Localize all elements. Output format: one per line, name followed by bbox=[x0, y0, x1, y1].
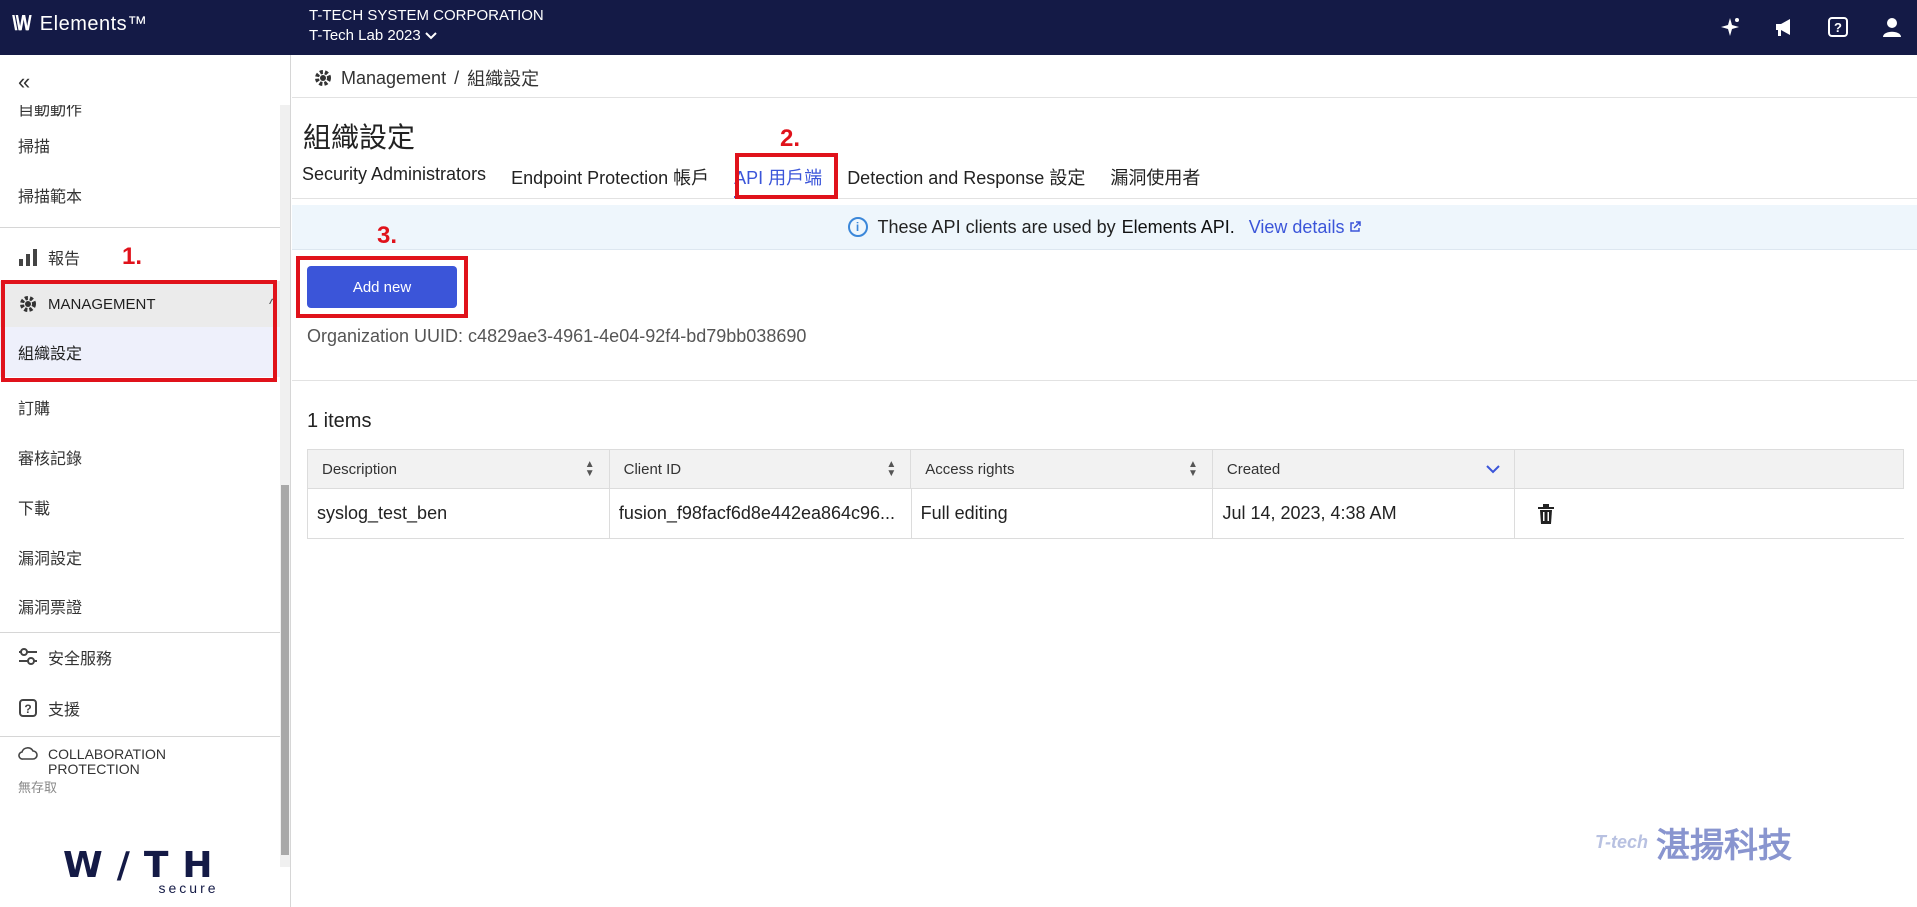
sparkle-icon[interactable] bbox=[1717, 14, 1743, 40]
sidebar-item-scan-templates[interactable]: 掃描範本 bbox=[0, 175, 280, 215]
page-title: 組織設定 bbox=[303, 122, 416, 153]
sliders-icon bbox=[19, 648, 37, 665]
column-label: Description bbox=[322, 460, 398, 478]
column-header-access-rights[interactable]: Access rights ▲ ▼ bbox=[911, 450, 1213, 488]
column-label: Access rights bbox=[925, 460, 1015, 478]
org-sub-label: T-Tech Lab 2023 bbox=[309, 27, 421, 44]
sidebar-item-support[interactable]: ? 支援 bbox=[0, 688, 280, 728]
watermark-logo: T-tech bbox=[1595, 832, 1649, 852]
annotation-label-3: 3. bbox=[377, 222, 398, 249]
items-count: 1 items bbox=[307, 410, 372, 432]
svg-text:?: ? bbox=[1834, 20, 1842, 35]
scrollbar-thumb[interactable] bbox=[281, 485, 289, 855]
bar-chart-icon bbox=[19, 249, 37, 266]
annotation-box-3 bbox=[296, 256, 468, 318]
banner-bold-text: Elements API. bbox=[1121, 216, 1235, 237]
sidebar: « 自動動作 掃描 掃描範本 報告 MANAGEMENT ^ 組織設定 訂購 審… bbox=[0, 55, 291, 907]
app-logo[interactable]: \\/\/ Elements™ bbox=[12, 13, 148, 36]
user-icon[interactable] bbox=[1879, 14, 1905, 40]
table-header: Description ▲ ▼ Client ID ▲ ▼ Access right… bbox=[307, 449, 1904, 489]
sidebar-item-scan[interactable]: 掃描 bbox=[0, 125, 280, 165]
sidebar-item-auto-actions[interactable]: 自動動作 bbox=[0, 105, 280, 123]
withsecure-logo-mark: \\/\/ bbox=[12, 13, 32, 35]
info-icon: i bbox=[847, 217, 868, 237]
sidebar-item-label: 安全服務 bbox=[48, 651, 113, 668]
top-bar: \\/\/ Elements™ T-TECH SYSTEM CORPORATIO… bbox=[0, 0, 1917, 55]
cell-access-rights: Full editing bbox=[912, 489, 1214, 538]
breadcrumb-root[interactable]: Management bbox=[341, 68, 446, 89]
column-label: Created bbox=[1226, 460, 1281, 478]
megaphone-icon[interactable] bbox=[1771, 14, 1797, 40]
sort-icon[interactable]: ▲ ▼ bbox=[886, 460, 896, 479]
tab-vulnerability-users[interactable]: 漏洞使用者 bbox=[1110, 164, 1200, 198]
tab-security-administrators[interactable]: Security Administrators bbox=[302, 164, 486, 198]
withsecure-logo: W/TH secure bbox=[63, 845, 227, 896]
banner-text: These API clients are used by bbox=[877, 216, 1116, 237]
org-sub-selector[interactable]: T-Tech Lab 2023 bbox=[309, 26, 544, 46]
sidebar-item-subscription[interactable]: 訂購 bbox=[0, 387, 280, 427]
chevron-down-icon bbox=[425, 32, 437, 40]
cell-description: syslog_test_ben bbox=[308, 489, 610, 538]
table-row[interactable]: syslog_test_ben fusion_f98facf6d8e442ea8… bbox=[307, 489, 1904, 539]
collab-status: 無存取 bbox=[18, 780, 58, 795]
info-banner: i These API clients are used by Elements… bbox=[292, 205, 1917, 250]
divider bbox=[292, 97, 1917, 98]
tab-endpoint-protection-accounts[interactable]: Endpoint Protection 帳戶 bbox=[511, 164, 709, 198]
breadcrumb-separator: / bbox=[454, 67, 460, 88]
column-header-created[interactable]: Created bbox=[1213, 450, 1515, 488]
sidebar-item-audit-log[interactable]: 審核記錄 bbox=[0, 437, 280, 477]
column-header-client-id[interactable]: Client ID ▲ ▼ bbox=[610, 450, 912, 488]
help-icon[interactable]: ? bbox=[1825, 14, 1851, 40]
annotation-box-1 bbox=[1, 280, 277, 382]
sidebar-scrollbar[interactable] bbox=[280, 105, 290, 867]
divider bbox=[292, 380, 1917, 381]
tab-detection-response-settings[interactable]: Detection and Response 設定 bbox=[847, 164, 1085, 198]
sidebar-divider bbox=[0, 632, 280, 633]
cloud-icon bbox=[18, 747, 38, 760]
sidebar-item-vuln-settings[interactable]: 漏洞設定 bbox=[0, 537, 280, 577]
cell-actions bbox=[1515, 489, 1904, 538]
sidebar-item-label: 支援 bbox=[48, 702, 81, 719]
sidebar-divider bbox=[0, 227, 280, 228]
gear-icon bbox=[315, 70, 331, 86]
column-header-description[interactable]: Description ▲ ▼ bbox=[308, 450, 610, 488]
brand-name: Elements™ bbox=[39, 13, 148, 35]
divider bbox=[292, 198, 1917, 199]
trash-icon[interactable] bbox=[1537, 503, 1555, 524]
org-switcher[interactable]: T-TECH SYSTEM CORPORATION T-Tech Lab 202… bbox=[309, 6, 544, 46]
organization-uuid: Organization UUID: c4829ae3-4961-4e04-92… bbox=[307, 326, 807, 346]
help-icon: ? bbox=[19, 699, 37, 717]
collab-title-line1: COLLABORATION bbox=[48, 746, 166, 762]
annotation-label-2: 2. bbox=[780, 125, 801, 152]
view-details-link[interactable]: View details bbox=[1249, 217, 1362, 238]
column-header-actions bbox=[1515, 450, 1904, 488]
collab-title-line2: PROTECTION bbox=[48, 761, 140, 777]
view-details-label: View details bbox=[1248, 216, 1345, 237]
svg-text:?: ? bbox=[24, 702, 31, 716]
breadcrumb-current: 組織設定 bbox=[467, 69, 540, 89]
org-name: T-TECH SYSTEM CORPORATION bbox=[309, 7, 544, 24]
annotation-box-2 bbox=[735, 153, 838, 199]
column-label: Client ID bbox=[623, 460, 682, 478]
external-link-icon bbox=[1350, 220, 1362, 232]
sort-icon[interactable]: ▲ ▼ bbox=[1188, 460, 1198, 479]
sort-icon[interactable]: ▲ ▼ bbox=[585, 460, 595, 479]
annotation-label-1: 1. bbox=[122, 243, 143, 270]
cell-created: Jul 14, 2023, 4:38 AM bbox=[1213, 489, 1516, 538]
sidebar-divider bbox=[0, 736, 280, 737]
watermark-text: 湛揚科技 bbox=[1656, 827, 1793, 865]
watermark: T-tech 湛揚科技 bbox=[1595, 818, 1792, 867]
sidebar-item-vuln-tickets[interactable]: 漏洞票證 bbox=[0, 586, 280, 626]
sidebar-item-security-services[interactable]: 安全服務 bbox=[0, 637, 280, 677]
cell-client-id: fusion_f98facf6d8e442ea864c96... bbox=[610, 489, 912, 538]
api-clients-table: Description ▲ ▼ Client ID ▲ ▼ Access right… bbox=[307, 449, 1904, 539]
sidebar-item-downloads[interactable]: 下載 bbox=[0, 487, 280, 527]
breadcrumb: Management / 組織設定 bbox=[313, 65, 539, 91]
chevron-down-icon[interactable] bbox=[1485, 464, 1500, 474]
sidebar-item-label: 報告 bbox=[48, 251, 81, 268]
sidebar-item-collaboration[interactable]: COLLABORATION PROTECTION 無存取 bbox=[18, 746, 166, 796]
collapse-sidebar-icon[interactable]: « bbox=[18, 69, 30, 95]
